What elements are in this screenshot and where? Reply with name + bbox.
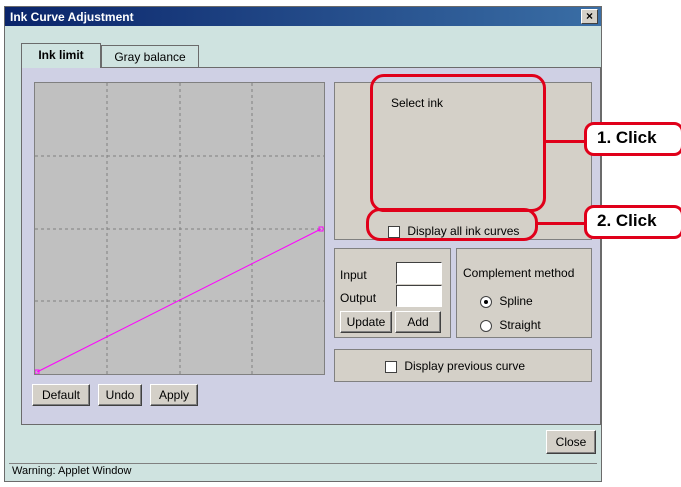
callout-two-highlight [366, 208, 538, 241]
undo-button[interactable]: Undo [98, 384, 142, 406]
spline-option[interactable]: Spline [480, 294, 533, 308]
title-bar[interactable]: Ink Curve Adjustment × [5, 7, 601, 26]
callout-one-label: 1. Click [584, 122, 681, 156]
output-field[interactable] [396, 285, 442, 307]
straight-radio[interactable] [480, 319, 492, 332]
display-previous-checkbox[interactable] [385, 360, 397, 373]
spline-label: Spline [499, 294, 533, 308]
update-button[interactable]: Update [340, 311, 392, 333]
window-close-icon[interactable]: × [581, 9, 598, 24]
window-title: Ink Curve Adjustment [10, 10, 134, 24]
display-previous-row[interactable]: Display previous curve [385, 359, 525, 373]
status-bar: Warning: Applet Window [9, 463, 597, 479]
input-label: Input [340, 268, 367, 282]
tab-gray-balance[interactable]: Gray balance [101, 45, 199, 67]
callout-two-connector [537, 222, 585, 225]
apply-button[interactable]: Apply [150, 384, 198, 406]
curve-graph-canvas [35, 83, 324, 374]
complement-title: Complement method [463, 266, 575, 280]
output-label: Output [340, 291, 377, 305]
straight-label: Straight [499, 318, 541, 332]
input-field[interactable] [396, 262, 442, 284]
callout-one-highlight [370, 74, 546, 212]
straight-option[interactable]: Straight [480, 318, 541, 332]
spline-radio[interactable] [480, 295, 492, 308]
add-button[interactable]: Add [395, 311, 441, 333]
curve-graph[interactable] [34, 82, 325, 375]
close-button[interactable]: Close [546, 430, 596, 454]
callout-two-label: 2. Click [584, 205, 681, 239]
default-button[interactable]: Default [32, 384, 90, 406]
tab-ink-limit[interactable]: Ink limit [21, 43, 101, 68]
display-previous-label: Display previous curve [404, 359, 526, 373]
callout-one-connector [545, 140, 585, 143]
